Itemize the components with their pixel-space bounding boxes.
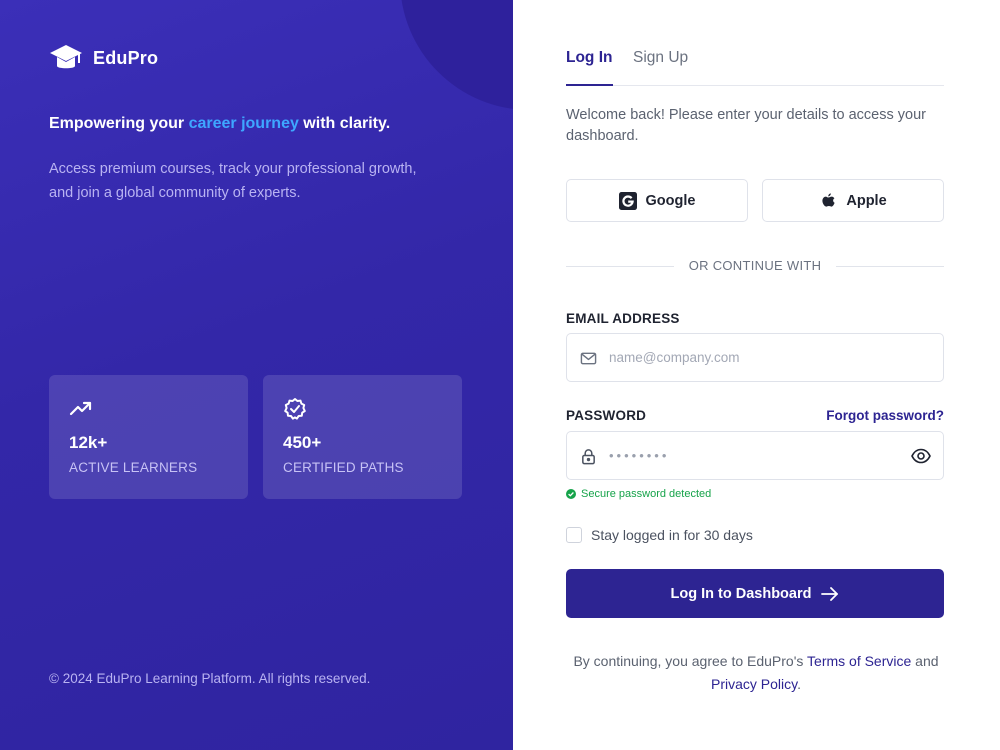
legal-text: and [911,653,939,669]
trending-up-icon [69,401,92,416]
brand-name: EduPro [93,47,159,68]
headline-accent: career journey [188,115,299,132]
welcome-message: Welcome back! Please enter your details … [566,107,926,144]
copyright-text: © 2024 EduPro Learning Platform. All rig… [49,671,371,686]
apple-login-button[interactable]: Apple [762,179,944,222]
remember-me-label[interactable]: Stay logged in for 30 days [591,527,753,543]
stat-card-paths: 450+ CERTIFIED PATHS [263,375,462,499]
tab-sign-up[interactable]: Sign Up [633,49,688,67]
legal-text: . [797,676,801,692]
or-divider: OR CONTINUE WITH [566,256,944,276]
tab-log-in[interactable]: Log In [566,49,613,86]
stat-value: 450+ [283,433,322,452]
hero-subtext: Access premium courses, track your profe… [49,161,417,201]
lock-icon [582,449,595,465]
legal-text: By continuing, you agree to EduPro's [573,653,808,669]
divider-line [836,266,944,267]
email-field-wrapper [566,333,944,382]
eye-icon[interactable] [911,447,931,465]
privacy-policy-link[interactable]: Privacy Policy [711,676,797,692]
password-field-wrapper [566,431,944,480]
remember-me-row: Stay logged in for 30 days [566,527,753,543]
submit-button-label: Log In to Dashboard [670,585,812,602]
graduation-cap-icon [50,45,82,69]
google-login-button[interactable]: Google [566,179,748,222]
auth-tabs: Log In Sign Up [566,0,944,86]
login-submit-button[interactable]: Log In to Dashboard [566,569,944,618]
apple-button-label: Apple [846,192,887,209]
secure-note-text: Secure password detected [581,488,712,500]
legal-notice: By continuing, you agree to EduPro's Ter… [566,650,946,696]
decorative-circle [400,0,513,110]
badge-check-icon [284,398,306,420]
brand-logo: EduPro [49,42,158,74]
stat-value: 12k+ [69,433,108,452]
check-circle-icon [566,489,576,499]
email-label: EMAIL ADDRESS [566,311,680,326]
stat-label: ACTIVE LEARNERS [69,460,198,475]
arrow-right-icon [821,586,839,601]
forgot-password-link[interactable]: Forgot password? [826,408,944,423]
stat-label: CERTIFIED PATHS [283,460,404,475]
stat-card-learners: 12k+ ACTIVE LEARNERS [49,375,248,499]
brand-panel: EduPro Empowering your career journey wi… [0,0,513,750]
email-input[interactable] [609,334,909,381]
headline-text-end: with clarity. [298,115,391,132]
mail-icon [580,352,597,365]
apple-icon [822,192,835,207]
auth-panel: Log In Sign Up Welcome back! Please ente… [513,0,1000,750]
headline-text-start: Empowering your [49,115,189,132]
password-input[interactable] [609,432,909,479]
hero-headline: Empowering your career journey with clar… [49,115,390,133]
terms-of-service-link[interactable]: Terms of Service [807,653,911,669]
remember-me-checkbox[interactable] [566,527,582,543]
google-button-label: Google [645,192,696,209]
password-label: PASSWORD [566,408,647,423]
google-icon [618,191,637,210]
secure-password-note: Secure password detected [566,488,711,500]
